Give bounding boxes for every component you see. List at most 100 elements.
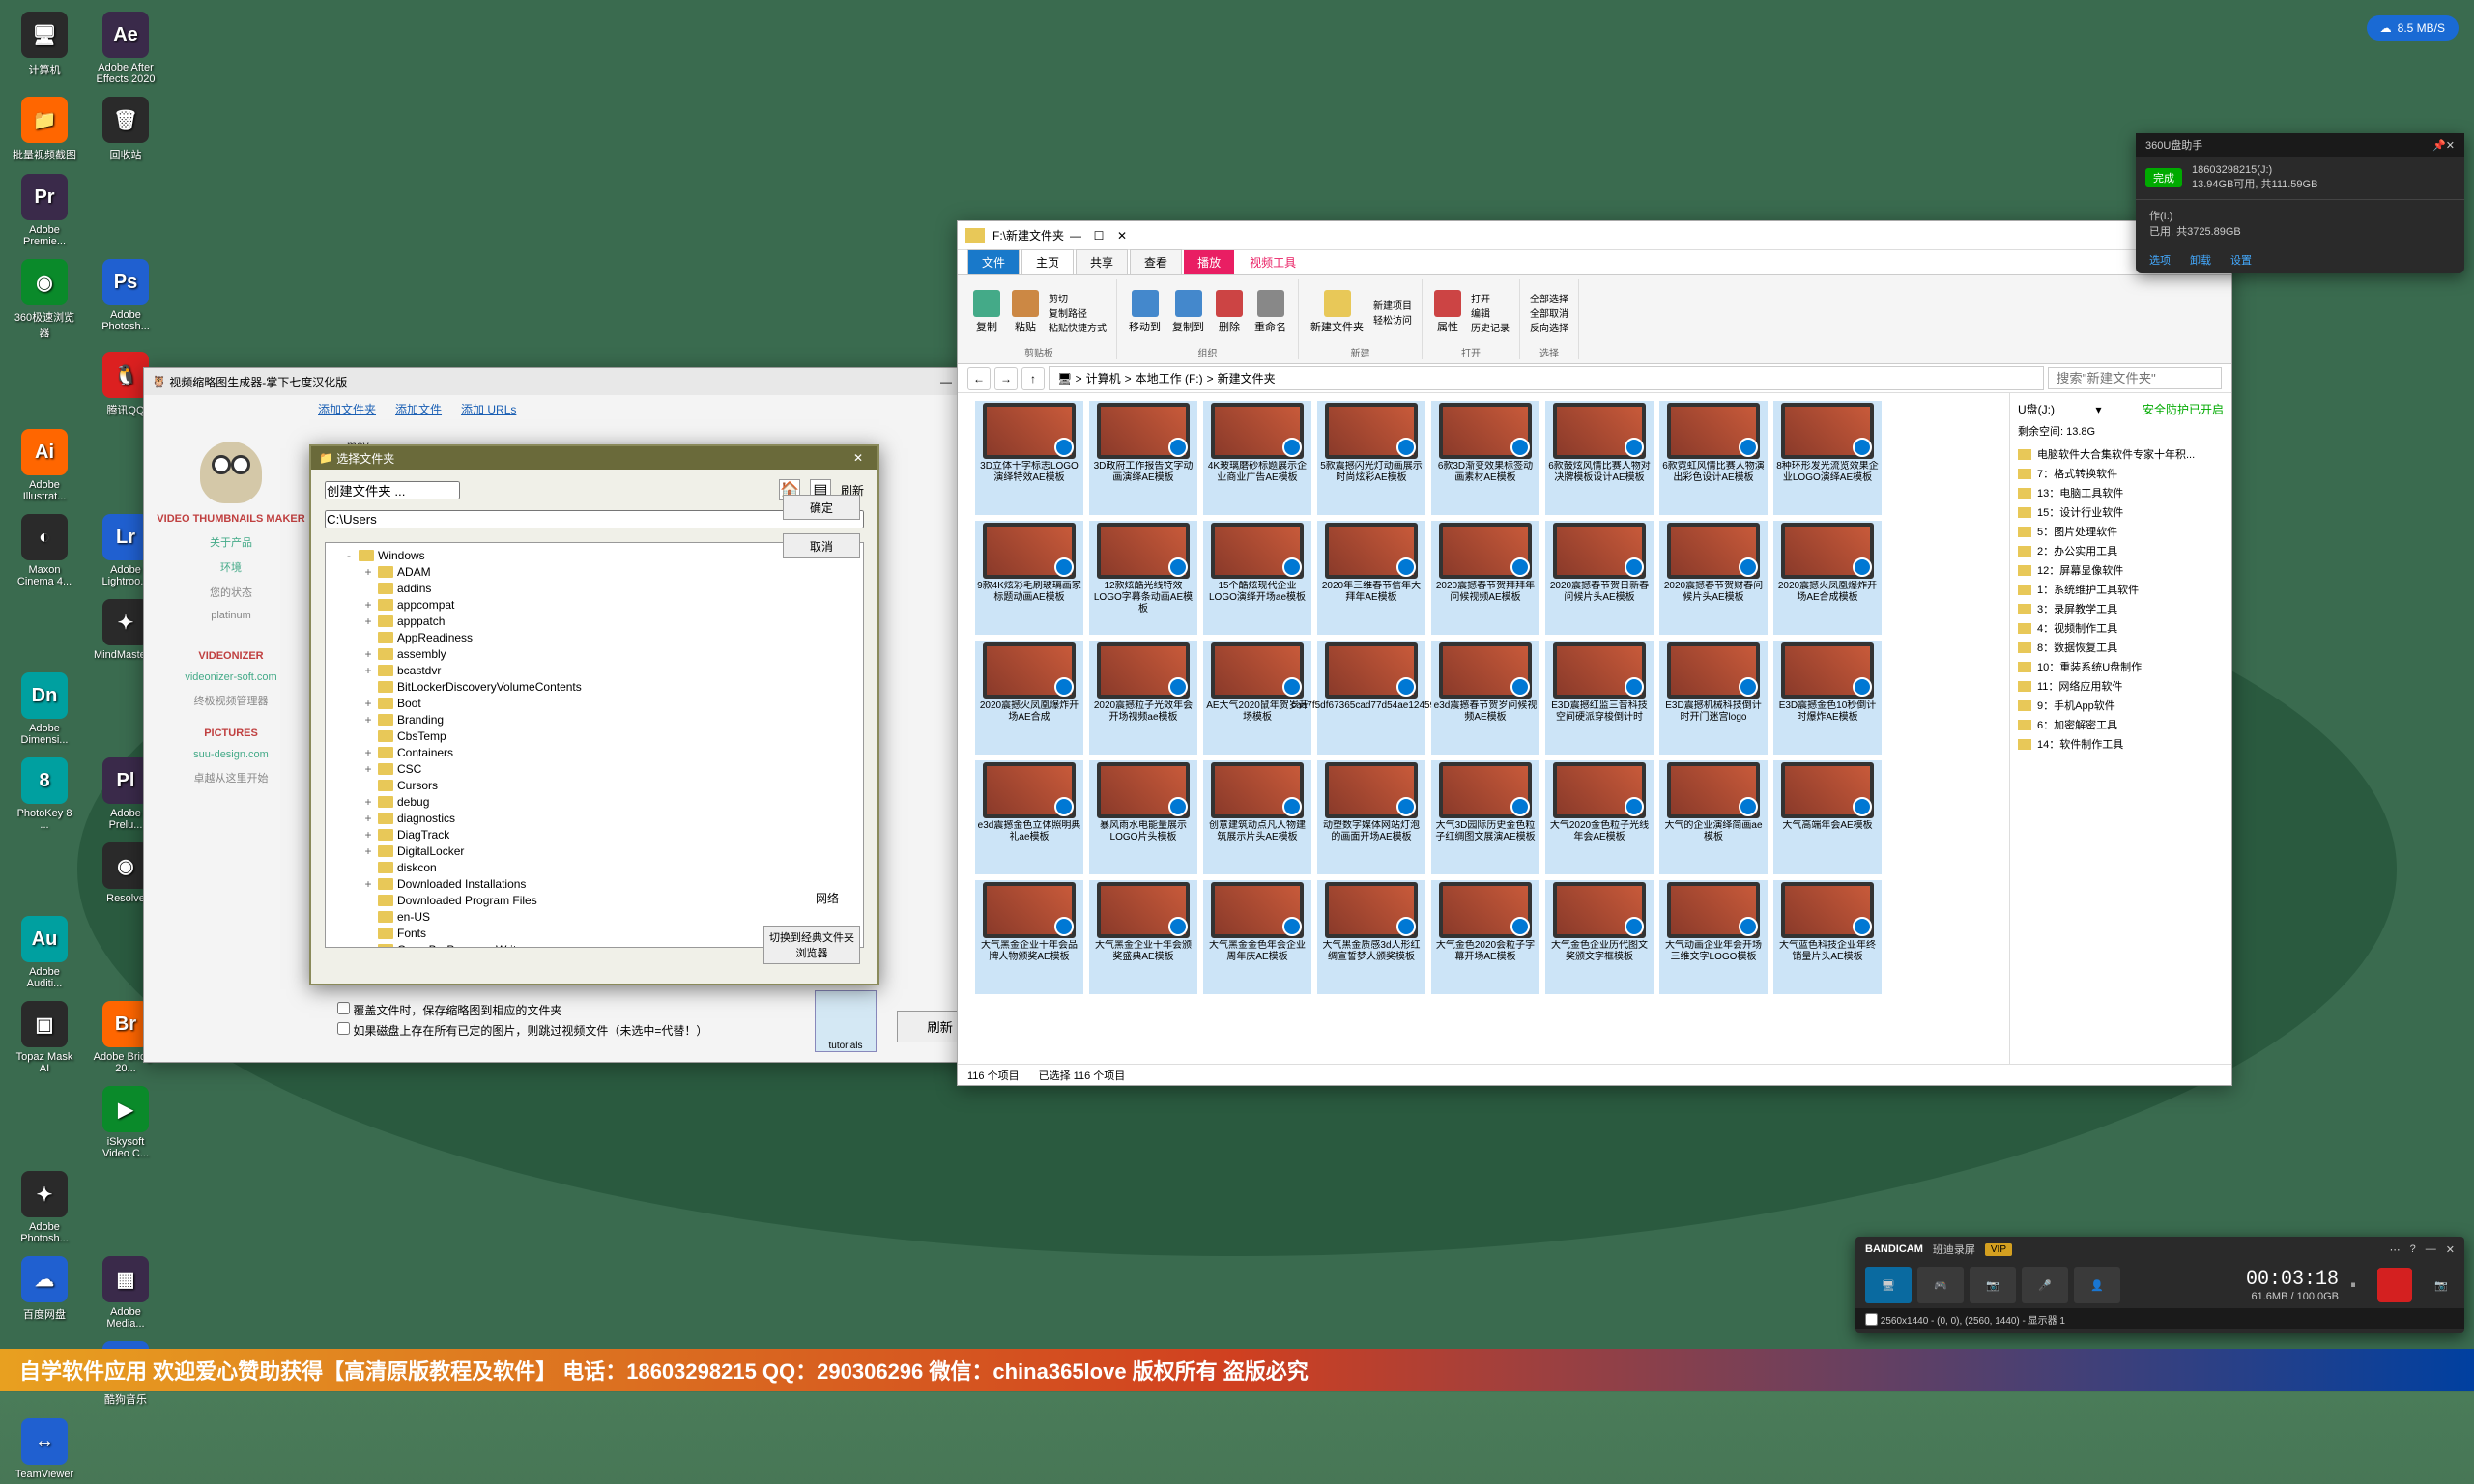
sidebar-folder[interactable]: 9：手机App软件 [2018,696,2224,715]
tree-item[interactable]: diskcon [330,859,859,875]
exp-close[interactable]: ✕ [1110,226,1134,245]
desktop-icon[interactable]: 🗑回收站 [89,93,162,166]
record-button[interactable] [2377,1268,2412,1302]
tree-item[interactable]: +Containers [330,744,859,760]
sidebar-folder[interactable]: 3：录屏教学工具 [2018,599,2224,618]
video-thumbnail[interactable]: 创意建筑动点凡人物建筑展示片头AE模板 [1203,760,1311,874]
paste-button[interactable]: 粘贴 [1010,288,1041,336]
mode-webcam[interactable]: 👤 [2074,1267,2120,1303]
video-thumbnail[interactable]: 3D立体十字标志LOGO演绎特效AE模板 [975,401,1083,515]
edit-button[interactable]: 编辑 [1471,305,1510,320]
video-thumbnail[interactable]: 15个酷炫现代企业LOGO演绎开场ae模板 [1203,521,1311,635]
video-thumbnail[interactable]: 2020震撼春节贺拜拜年问候视频AE模板 [1431,521,1539,635]
video-thumbnail[interactable]: 6款霓虹风情比赛人物演出彩色设计AE模板 [1659,401,1768,515]
popup-close[interactable]: ✕ [2446,139,2455,152]
delete-button[interactable]: 删除 [1214,288,1245,336]
tree-item[interactable]: +ADAM [330,563,859,580]
nav-back[interactable]: ← [967,367,991,390]
desktop-icon[interactable]: DnAdobe Dimensi... [8,669,81,750]
video-thumbnail[interactable]: e3d震撼春节贺岁问候视频AE模板 [1431,641,1539,755]
desktop-icon[interactable]: 🖥计算机 [8,8,81,89]
mode-screen[interactable]: 🖥 [1865,1267,1912,1303]
sidebar-folder[interactable]: 4：视频制作工具 [2018,618,2224,638]
desktop-icon[interactable]: AuAdobe Auditi... [8,912,81,993]
video-thumbnail[interactable]: 大气黑金金色年会企业周年庆AE模板 [1203,880,1311,994]
dialog-close-button[interactable]: ✕ [847,448,870,468]
thumbnail-grid[interactable]: 3D立体十字标志LOGO演绎特效AE模板3D政府工作报告文字动画演绎AE模板4K… [967,393,2009,1064]
link-settings[interactable]: 设置 [2230,252,2252,268]
video-thumbnail[interactable]: AE大气2020鼠年贺岁开场模板 [1203,641,1311,755]
sidebar-folder[interactable]: 电脑软件大合集软件专家十年积... [2018,444,2224,464]
tab-file[interactable]: 文件 [967,249,1020,274]
pause-button[interactable]: ⏸ [2345,1279,2362,1292]
desktop-icon[interactable]: PsAdobe Photosh... [89,255,162,344]
bc-close[interactable]: ✕ [2446,1243,2455,1256]
video-thumbnail[interactable]: 6款鼓炫风情比赛人物对决牌模板设计AE模板 [1545,401,1654,515]
properties-button[interactable]: 属性 [1432,288,1463,336]
new-item-button[interactable]: 新建项目 [1373,298,1412,312]
ok-button[interactable]: 确定 [783,495,860,520]
tree-item[interactable]: +appcompat [330,596,859,613]
tab-play[interactable]: 播放 [1184,250,1234,274]
opt-overwrite[interactable]: 覆盖文件时，保存缩略图到相应的文件夹 [337,1002,992,1018]
env-link[interactable]: 环境 [220,559,242,575]
desktop-icon[interactable]: PrAdobe Premie... [8,170,81,251]
video-thumbnail[interactable]: 大气黑金企业十年会品牌人物颁奖AE模板 [975,880,1083,994]
desktop-icon[interactable]: 8PhotoKey 8 ... [8,754,81,835]
bc-menu[interactable]: ⋯ [2390,1243,2401,1256]
tab-home[interactable]: 主页 [1021,249,1074,274]
invert-sel-button[interactable]: 反向选择 [1530,320,1568,334]
tree-item[interactable]: Downloaded Program Files [330,892,859,908]
search-input[interactable] [2048,367,2222,389]
video-thumbnail[interactable]: 大气黑金质感3d人形红绸宣誓梦人颁奖模板 [1317,880,1425,994]
history-button[interactable]: 历史记录 [1471,320,1510,334]
video-thumbnail[interactable]: 大气金色2020会粒子字幕开场AE模板 [1431,880,1539,994]
video-thumbnail[interactable]: 4K玻璃磨砂标题展示企业商业广告AE模板 [1203,401,1311,515]
tab-add-folder[interactable]: 添加文件夹 [318,401,376,417]
sidebar-folder[interactable]: 10：重装系统U盘制作 [2018,657,2224,676]
bc-min[interactable]: — [2426,1243,2436,1255]
video-thumbnail[interactable]: 8种环形发光流览效果企业LOGO演绎AE模板 [1773,401,1882,515]
video-thumbnail[interactable]: caa7f5df67365cad77d54ae124596a0 [1317,641,1425,755]
desktop-icon[interactable]: ☁百度网盘 [8,1252,81,1333]
video-thumbnail[interactable]: 5款震撼闪光灯动画展示时尚炫彩AE模板 [1317,401,1425,515]
mode-mic[interactable]: 🎤 [2022,1267,2068,1303]
tree-item[interactable]: +assembly [330,645,859,662]
video-thumbnail[interactable]: E3D震撼机械科技倒计时开门迷宫logo [1659,641,1768,755]
nav-fwd[interactable]: → [994,367,1018,390]
nav-up[interactable]: ↑ [1021,367,1045,390]
video-thumbnail[interactable]: 2020震撼火凤凰爆炸开场AE合成模板 [1773,521,1882,635]
tree-item[interactable]: +diagnostics [330,810,859,826]
tree-item[interactable]: +DigitalLocker [330,842,859,859]
switch-classic-button[interactable]: 切换到经典文件夹浏览器 [763,926,860,964]
tree-item[interactable]: BitLockerDiscoveryVolumeContents [330,678,859,695]
video-thumbnail[interactable]: E3D震撼金色10秒倒计时爆炸AE模板 [1773,641,1882,755]
tree-item[interactable]: +apppatch [330,613,859,629]
exp-minimize[interactable]: — [1064,226,1087,245]
paste-shortcut-button[interactable]: 粘贴快捷方式 [1049,320,1107,334]
video-thumbnail[interactable]: 12款炫酷光线特效LOGO字幕条动画AE模板 [1089,521,1197,635]
tree-item[interactable]: -Windows [330,547,859,563]
tree-item[interactable]: addins [330,580,859,596]
desktop-icon[interactable]: AiAdobe Illustrat... [8,425,81,506]
new-folder-input[interactable] [325,481,460,499]
video-thumbnail[interactable]: 大气金色企业历代图文奖颁文字框模板 [1545,880,1654,994]
desktop-icon[interactable]: ◐Maxon Cinema 4... [8,510,81,591]
tab-add-url[interactable]: 添加 URLs [461,401,516,417]
tab-add-file[interactable]: 添加文件 [395,401,442,417]
minimize-button[interactable]: — [935,372,958,391]
dialog-titlebar[interactable]: 📁 选择文件夹 ✕ [311,446,877,470]
breadcrumb[interactable]: 🖥 > 计算机 > 本地工作 (F:) > 新建文件夹 [1049,366,2044,390]
video-thumbnail[interactable]: 大气动画企业年会开场三维文字LOGO模板 [1659,880,1768,994]
desktop-icon[interactable]: 📁批量视频截图 [8,93,81,166]
desktop-icon[interactable]: ✦Adobe Photosh... [8,1167,81,1248]
video-thumbnail[interactable]: 2020震撼春节贺财春问候片头AE模板 [1659,521,1768,635]
sidebar-folder[interactable]: 13：电脑工具软件 [2018,483,2224,502]
video-thumbnail[interactable]: 2020震撼春节贺日新春问候片头AE模板 [1545,521,1654,635]
select-all-button[interactable]: 全部选择 [1530,291,1568,305]
copy-button[interactable]: 复制 [971,288,1002,336]
tab-vtools[interactable]: 视频工具 [1236,250,1309,274]
tree-item[interactable]: +CSC [330,760,859,777]
tab-share[interactable]: 共享 [1076,249,1128,274]
tree-item[interactable]: en-US [330,908,859,925]
